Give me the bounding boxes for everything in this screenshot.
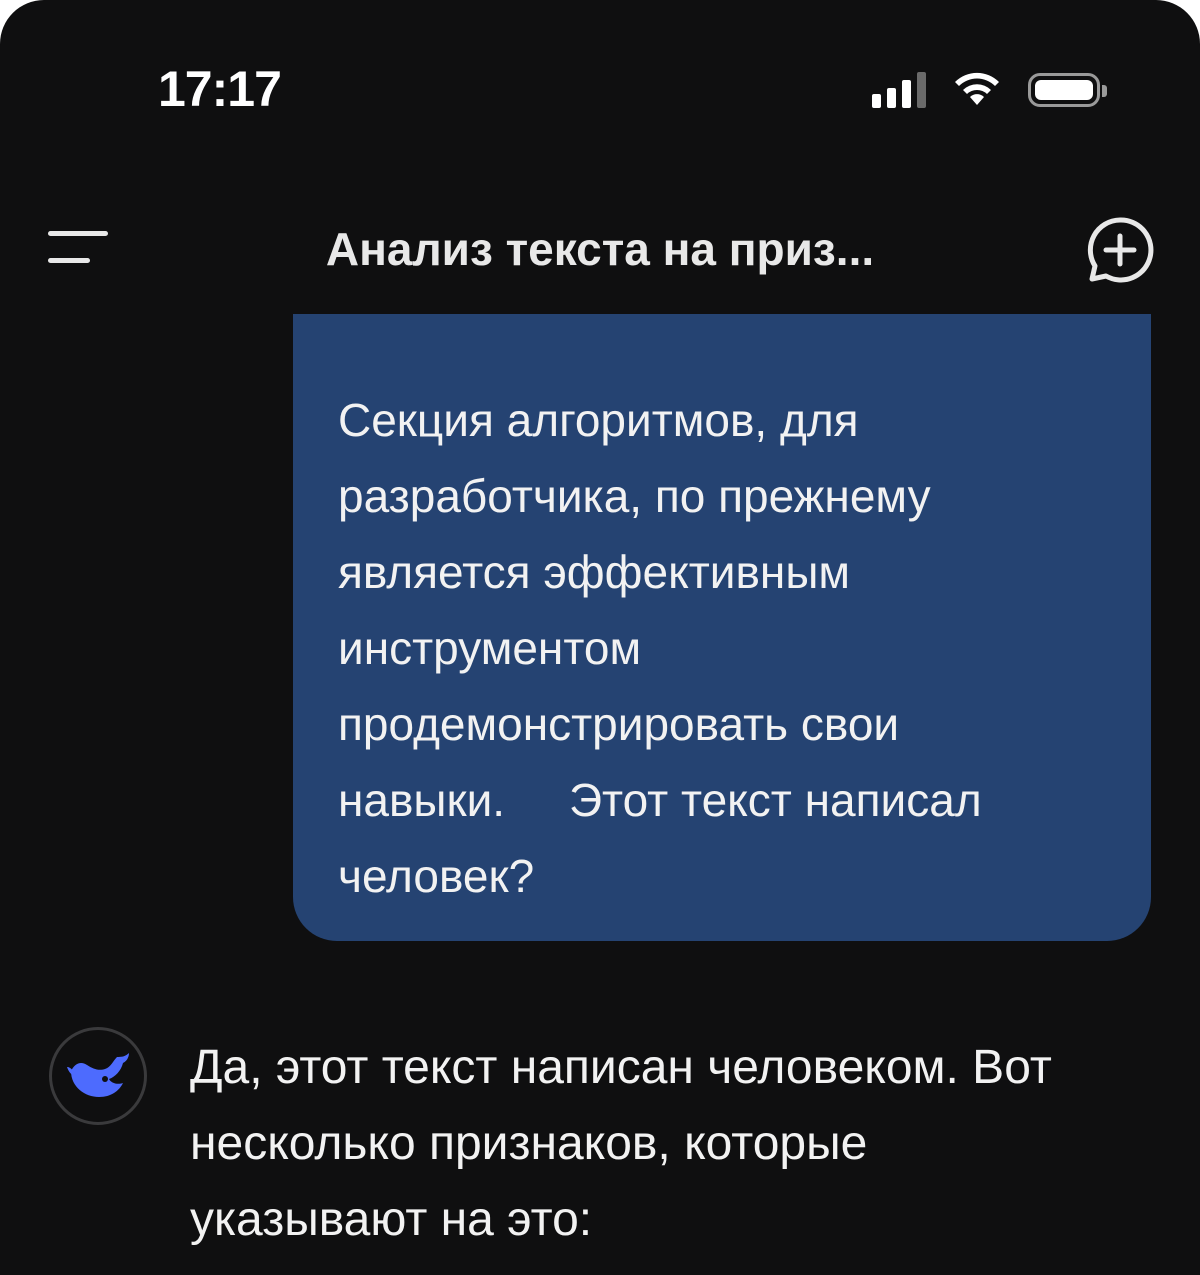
new-chat-button[interactable]: [1084, 214, 1156, 286]
battery-icon: [1028, 73, 1107, 107]
new-chat-plus-icon: [1087, 217, 1154, 283]
cellular-signal-icon: [872, 72, 926, 108]
status-icons: [872, 69, 1107, 112]
chat-screen: 17:17 Анализ текста на приз... Секция ал…: [0, 0, 1200, 1275]
user-message-text: Секция алгоритмов, для разработчика, по …: [338, 394, 982, 902]
menu-button[interactable]: [48, 226, 108, 268]
assistant-avatar: [49, 1027, 147, 1125]
user-message-bubble[interactable]: Секция алгоритмов, для разработчика, по …: [293, 314, 1151, 941]
chat-title: Анализ текста на приз...: [325, 223, 875, 275]
wifi-icon: [952, 69, 1002, 112]
whale-logo-icon: [67, 1053, 129, 1097]
assistant-message-text: Да, этот текст написан человеком. Вот не…: [190, 1041, 1052, 1246]
status-time: 17:17: [158, 61, 282, 117]
